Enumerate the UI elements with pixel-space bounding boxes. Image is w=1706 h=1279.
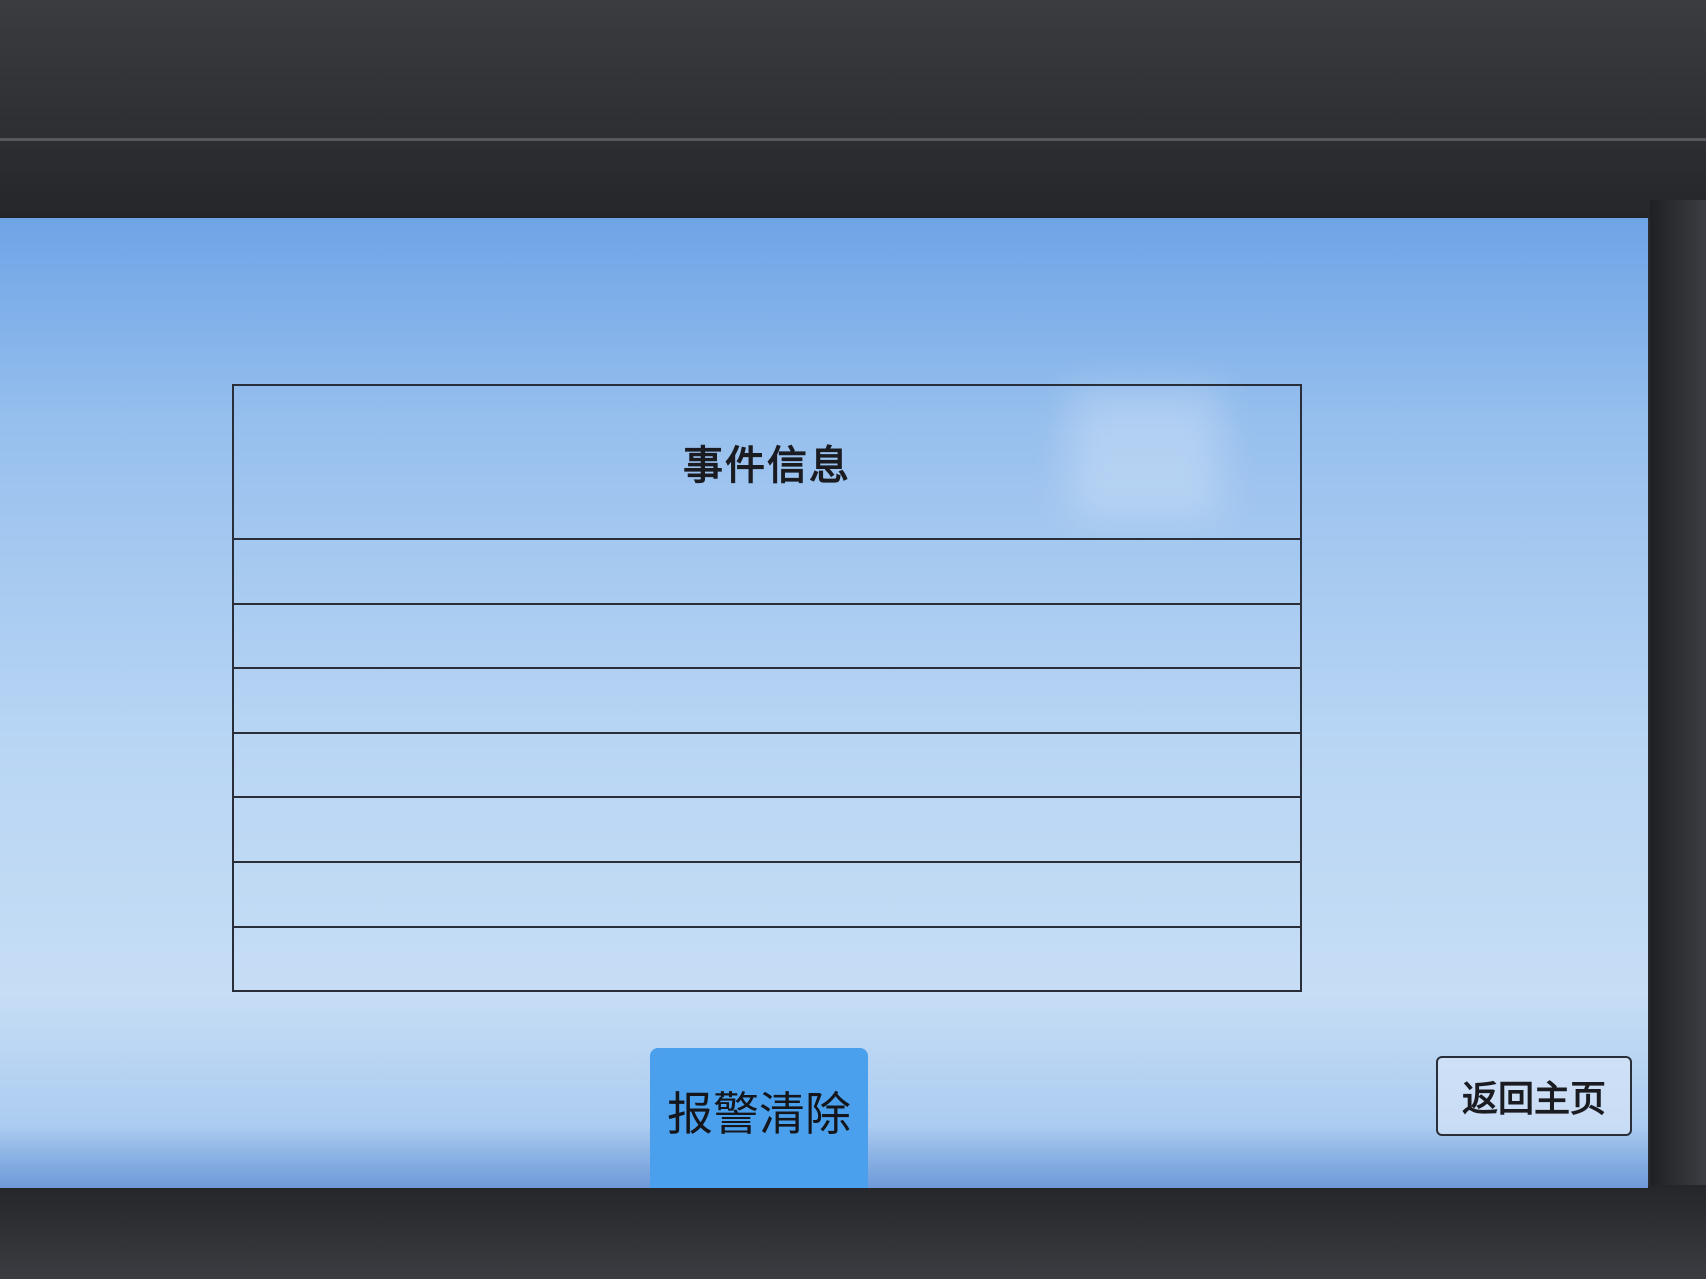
device-bezel-right — [1650, 200, 1706, 1200]
event-row — [234, 734, 1300, 799]
device-bezel-bottom — [0, 1185, 1706, 1279]
event-table-title: 事件信息 — [683, 442, 851, 489]
event-row — [234, 928, 1300, 993]
event-row — [234, 540, 1300, 605]
event-row — [234, 798, 1300, 863]
event-row — [234, 669, 1300, 734]
hmi-screen: 事件信息 报警清除 返回主页 — [0, 218, 1648, 1188]
event-row — [234, 605, 1300, 670]
alarm-clear-button[interactable]: 报警清除 — [650, 1048, 868, 1188]
event-info-table: 事件信息 — [232, 384, 1302, 992]
event-table-header: 事件信息 — [234, 386, 1300, 540]
return-home-button[interactable]: 返回主页 — [1436, 1056, 1632, 1136]
bezel-seam — [0, 138, 1706, 141]
event-row — [234, 863, 1300, 928]
device-bezel-top — [0, 0, 1706, 220]
